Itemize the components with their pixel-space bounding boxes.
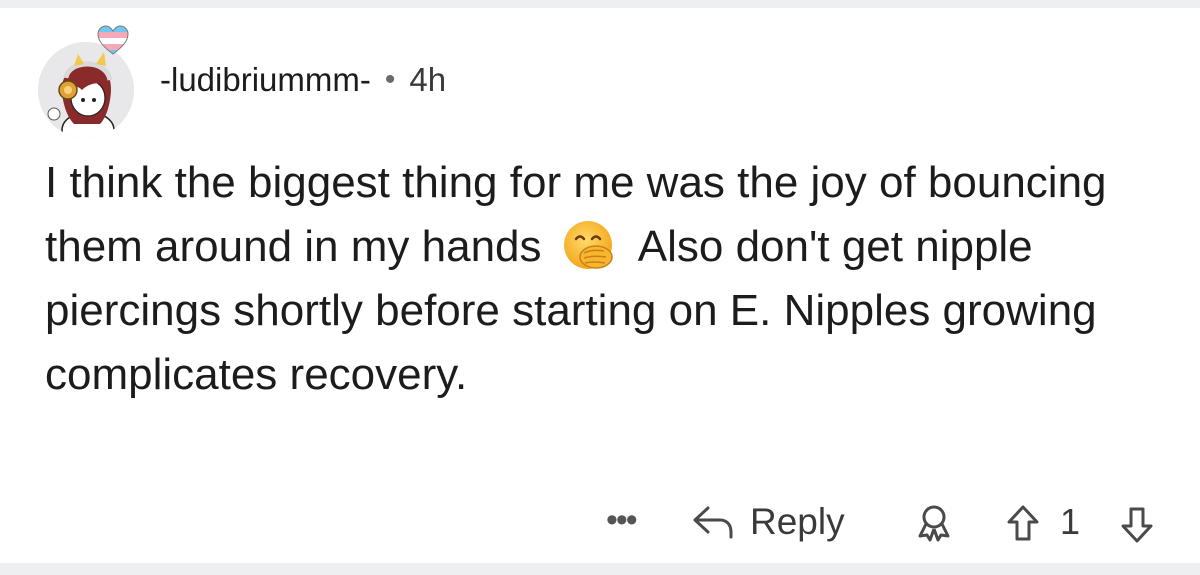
comment-actions: ••• Reply 1 xyxy=(0,496,1200,552)
vote-score: 1 xyxy=(1060,501,1081,542)
meta-separator: • xyxy=(384,63,396,96)
comment-age: 4h xyxy=(409,61,447,98)
top-separator-band xyxy=(0,0,1200,8)
bottom-separator-band xyxy=(0,563,1200,575)
comment-card: -ludibriummm- • 4h I think the biggest t… xyxy=(0,8,1200,563)
reply-button[interactable]: Reply xyxy=(692,496,845,548)
author-username[interactable]: -ludibriummm- xyxy=(160,61,371,99)
award-icon[interactable] xyxy=(916,504,952,542)
face-with-hand-over-mouth-emoji xyxy=(563,221,613,269)
reply-arrow-icon xyxy=(693,506,733,539)
avatar-container[interactable] xyxy=(38,25,138,138)
trans-heart-flair-icon xyxy=(97,25,129,55)
comment-body: I think the biggest thing for me was the… xyxy=(45,151,1155,407)
reply-label: Reply xyxy=(750,501,845,542)
upvote-arrow-icon[interactable] xyxy=(1006,504,1040,542)
comment-meta: -ludibriummm- • 4h xyxy=(160,60,446,100)
more-options-button[interactable]: ••• xyxy=(606,500,638,540)
downvote-arrow-icon[interactable] xyxy=(1120,506,1154,544)
